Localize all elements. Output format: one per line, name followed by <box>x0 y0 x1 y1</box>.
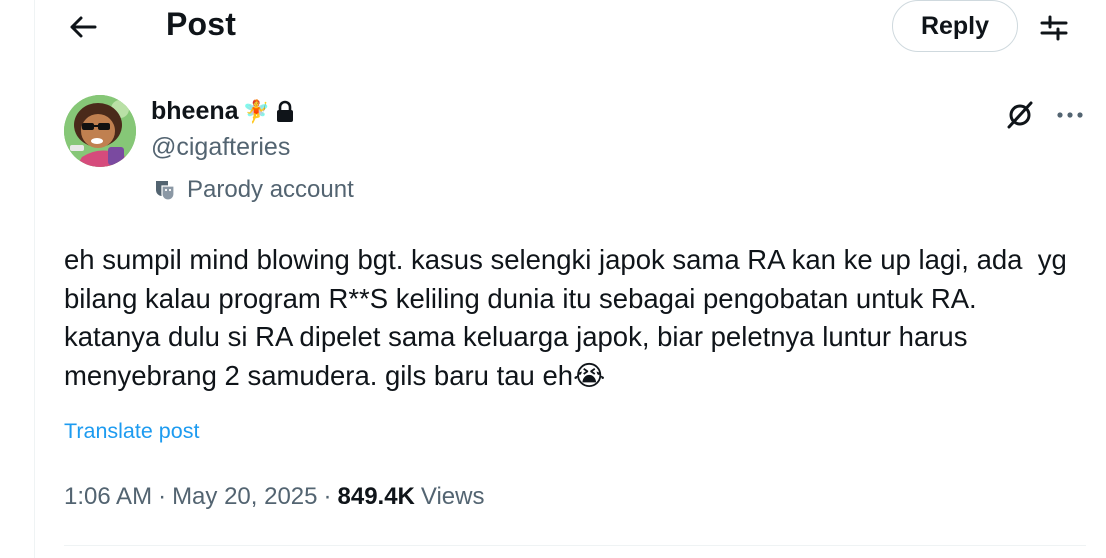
views-count: 849.4K <box>337 483 415 510</box>
settings-button[interactable] <box>1034 8 1074 48</box>
lock-icon <box>276 100 293 122</box>
page-title: Post <box>166 6 237 42</box>
post-text: eh sumpil mind blowing bgt. kasus seleng… <box>64 241 1074 395</box>
arrow-left-icon <box>70 16 97 38</box>
back-button[interactable] <box>62 6 104 48</box>
fairy-emoji: 🧚 <box>242 98 270 124</box>
grok-icon <box>1007 101 1033 129</box>
crying-emoji: 😭 <box>573 359 606 391</box>
display-name: bheena <box>151 97 239 125</box>
user-handle[interactable]: @cigafteries <box>151 133 290 162</box>
parody-label: Parody account <box>153 176 354 204</box>
views-label: Views <box>420 483 485 510</box>
divider <box>64 545 1086 546</box>
column-border <box>34 0 35 558</box>
avatar[interactable] <box>64 95 136 167</box>
meta-separator: · <box>323 483 332 510</box>
more-button[interactable] <box>1050 98 1090 132</box>
post-time[interactable]: 1:06 AM <box>64 483 152 511</box>
post-text-body: eh sumpil mind blowing bgt. kasus seleng… <box>64 244 1075 391</box>
meta-separator: · <box>158 483 167 510</box>
display-name-row[interactable]: bheena 🧚 <box>151 97 296 126</box>
avatar-image <box>64 95 136 167</box>
translate-post-link[interactable]: Translate post <box>64 419 199 444</box>
more-horizontal-icon <box>1057 112 1083 118</box>
grok-button[interactable] <box>1003 98 1037 132</box>
sliders-icon <box>1040 15 1068 41</box>
reply-button[interactable]: Reply <box>892 0 1018 52</box>
parody-text: Parody account <box>187 176 354 203</box>
theater-masks-icon <box>156 181 175 201</box>
top-bar: Post Reply <box>0 0 1106 54</box>
post-date[interactable]: May 20, 2025 <box>172 483 317 511</box>
post-meta: 1:06 AM · May 20, 2025 · 849.4K Views <box>64 483 484 511</box>
